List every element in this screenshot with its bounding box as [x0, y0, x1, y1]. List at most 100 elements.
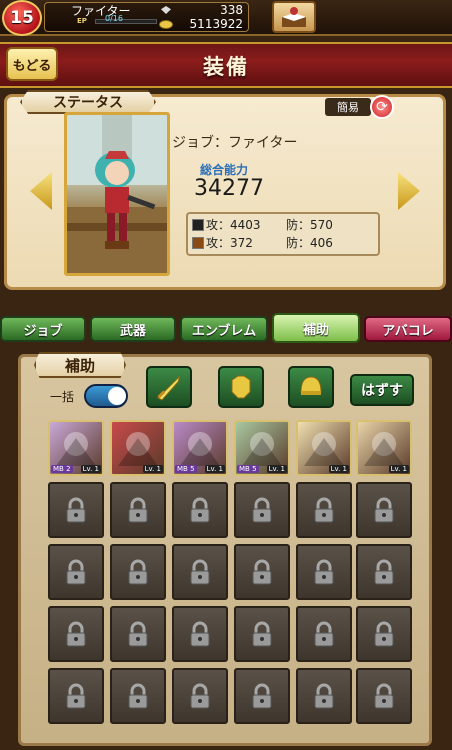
book-person-icon [282, 7, 306, 27]
back-button[interactable]: もどる [6, 47, 58, 81]
coin-icon [159, 20, 173, 29]
locked-slot[interactable] [234, 544, 290, 600]
attack-stat-1: 攻：4403 [206, 218, 261, 232]
locked-slot[interactable] [48, 544, 104, 600]
locked-slot[interactable] [110, 482, 166, 538]
locked-slot[interactable] [296, 668, 352, 724]
character-portrait [64, 112, 170, 276]
locked-slot[interactable] [296, 606, 352, 662]
card-mb-badge: MB 2 [51, 465, 73, 473]
helmet-icon [300, 376, 322, 395]
lock-icon [128, 559, 148, 585]
ep-value: 0/16 [105, 14, 123, 23]
lock-icon [190, 621, 210, 647]
lock-icon [252, 621, 272, 647]
card-level-badge: Lv. 1 [142, 465, 163, 473]
gold-count: 5113922 [189, 17, 243, 31]
lock-icon [314, 621, 334, 647]
sword-icon [192, 219, 204, 231]
locked-slot[interactable] [356, 482, 412, 538]
staff-icon [192, 237, 204, 249]
card-mb-badge: MB 5 [175, 465, 197, 473]
locked-slot[interactable] [48, 606, 104, 662]
support-card[interactable]: MB 2 Lv. 1 [48, 420, 104, 476]
tab-avatar-collection[interactable]: アバコレ [364, 316, 452, 342]
tab-weapon[interactable]: 武器 [90, 316, 176, 342]
character-figure [67, 115, 167, 273]
job-line: ジョブ：ファイター [172, 135, 298, 151]
locked-slot[interactable] [234, 668, 290, 724]
sword-icon [157, 375, 181, 401]
gem-count: 338 [220, 3, 243, 17]
lock-icon [252, 559, 272, 585]
card-level-badge: Lv. 1 [80, 465, 101, 473]
locked-slot[interactable] [356, 544, 412, 600]
lock-icon [190, 497, 210, 523]
card-level-badge: Lv. 1 [388, 465, 409, 473]
lock-icon [374, 497, 394, 523]
support-section-label: 補助 [34, 352, 126, 378]
player-panel: ファイター EP 0/16 338 5113922 [44, 2, 249, 32]
lock-icon [128, 497, 148, 523]
filter-helmet-button[interactable] [288, 366, 334, 408]
locked-slot[interactable] [296, 482, 352, 538]
locked-slot[interactable] [172, 668, 228, 724]
lock-icon [252, 497, 272, 523]
locked-slot[interactable] [172, 482, 228, 538]
locked-slot[interactable] [110, 544, 166, 600]
card-level-badge: Lv. 1 [204, 465, 225, 473]
lock-icon [314, 497, 334, 523]
page-title: 装備 [203, 55, 249, 79]
locked-slot[interactable] [110, 606, 166, 662]
filter-weapon-button[interactable] [146, 366, 192, 408]
status-section-label: ステータス [20, 90, 156, 114]
support-card[interactable]: Lv. 1 [296, 420, 352, 476]
bulk-toggle[interactable] [84, 384, 128, 408]
locked-slot[interactable] [296, 544, 352, 600]
lock-icon [66, 559, 86, 585]
locked-slot[interactable] [356, 668, 412, 724]
lock-icon [190, 559, 210, 585]
locked-slot[interactable] [234, 482, 290, 538]
support-card[interactable]: Lv. 1 [356, 420, 412, 476]
locked-slot[interactable] [172, 606, 228, 662]
card-mb-badge: MB 5 [237, 465, 259, 473]
tab-emblem[interactable]: エンブレム [180, 316, 268, 342]
menu-button[interactable] [272, 1, 316, 33]
tab-support[interactable]: 補助 [272, 313, 360, 343]
lock-icon [66, 621, 86, 647]
locked-slot[interactable] [172, 544, 228, 600]
remove-button[interactable]: はずす [350, 374, 414, 406]
lock-icon [128, 621, 148, 647]
lock-icon [374, 621, 394, 647]
locked-slot[interactable] [356, 606, 412, 662]
locked-slot[interactable] [48, 668, 104, 724]
armor-icon [231, 375, 251, 399]
simple-view-label: 簡易 [325, 98, 371, 116]
level-badge: 15 [2, 0, 42, 36]
lock-icon [66, 497, 86, 523]
support-card[interactable]: Lv. 1 [110, 420, 166, 476]
defense-stat-1: 防：570 [286, 218, 333, 232]
card-level-badge: Lv. 1 [266, 465, 287, 473]
bulk-label: 一括 [50, 390, 75, 404]
locked-slot[interactable] [110, 668, 166, 724]
support-card[interactable]: MB 5 Lv. 1 [172, 420, 228, 476]
filter-armor-button[interactable] [218, 366, 264, 408]
defense-stat-2: 防：406 [286, 236, 333, 250]
total-power-value: 34277 [194, 176, 264, 201]
locked-slot[interactable] [48, 482, 104, 538]
stats-box: 攻：4403 防：570 攻：372 防：406 [186, 212, 380, 256]
support-card[interactable]: MB 5 Lv. 1 [234, 420, 290, 476]
locked-slot[interactable] [234, 606, 290, 662]
refresh-icon[interactable]: ⟳ [370, 95, 394, 119]
tab-job[interactable]: ジョブ [0, 316, 86, 342]
card-level-badge: Lv. 1 [328, 465, 349, 473]
toggle-knob [108, 387, 126, 405]
lock-icon [66, 683, 86, 709]
lock-icon [252, 683, 272, 709]
attack-stat-2: 攻：372 [206, 236, 253, 250]
ep-label: EP [77, 17, 87, 25]
lock-icon [190, 683, 210, 709]
lock-icon [314, 559, 334, 585]
